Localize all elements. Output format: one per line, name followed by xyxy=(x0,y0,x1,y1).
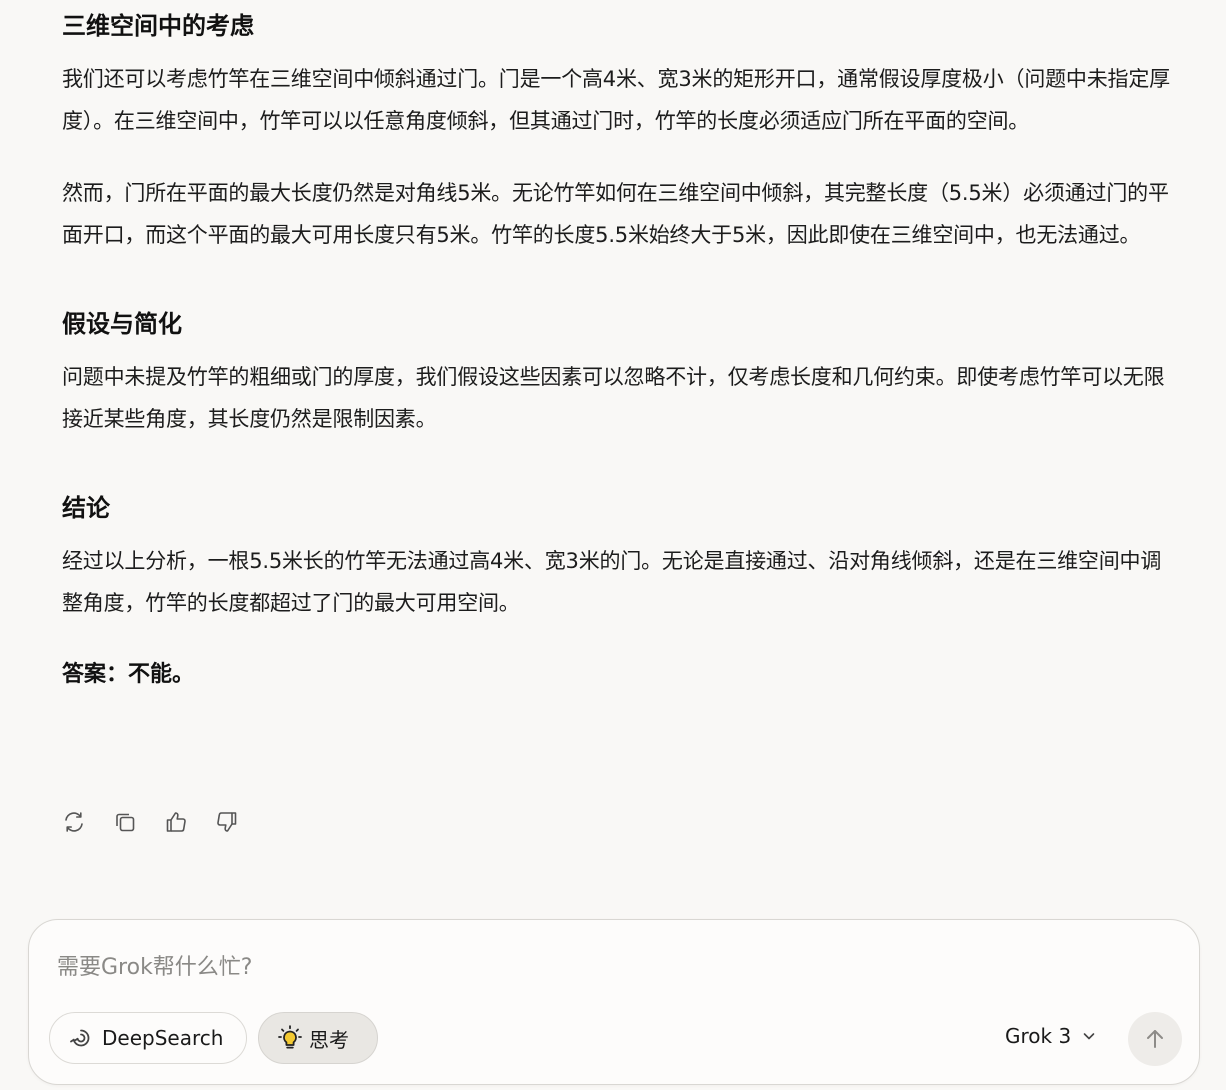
paragraph-3d-2: 然而，门所在平面的最大长度仍然是对角线5米。无论竹竿如何在三维空间中倾斜，其完整… xyxy=(62,181,1169,247)
deepsearch-label: DeepSearch xyxy=(102,1026,224,1050)
paragraph-3d-1: 我们还可以考虑竹竿在三维空间中倾斜通过门。门是一个高4米、宽3米的矩形开口，通常… xyxy=(62,67,1170,133)
message-actions xyxy=(62,806,239,838)
chevron-down-icon xyxy=(1083,1033,1095,1040)
model-label: Grok 3 xyxy=(1005,1024,1072,1048)
prompt-input[interactable] xyxy=(55,946,959,988)
model-selector[interactable]: Grok 3 xyxy=(1005,1024,1097,1048)
lightbulb-icon xyxy=(278,1025,302,1049)
deepsearch-icon xyxy=(70,1029,90,1047)
message-composer: DeepSearch 思考 Grok 3 xyxy=(28,919,1200,1085)
final-answer: 答案：不能。 xyxy=(62,662,195,687)
send-button[interactable] xyxy=(1128,1012,1182,1066)
copy-icon xyxy=(116,813,135,832)
paragraph-assumptions: 问题中未提及竹竿的粗细或门的厚度，我们假设这些因素可以忽略不计，仅考虑长度和几何… xyxy=(62,365,1165,431)
section-heading-assumptions: 假设与简化 xyxy=(62,310,182,338)
thumbs-up-button[interactable] xyxy=(164,806,188,838)
regenerate-icon xyxy=(65,812,83,832)
thumbs-up-icon xyxy=(166,812,186,832)
deepsearch-button[interactable]: DeepSearch xyxy=(49,1012,247,1064)
paragraph-conclusion: 经过以上分析，一根5.5米长的竹竿无法通过高4米、宽3米的门。无论是直接通过、沿… xyxy=(62,549,1162,615)
copy-button[interactable] xyxy=(113,806,137,838)
think-label: 思考 xyxy=(309,1027,349,1052)
section-heading-3d: 三维空间中的考虑 xyxy=(62,12,254,40)
arrow-up-icon xyxy=(1147,1030,1163,1048)
think-toggle[interactable]: 思考 xyxy=(258,1012,378,1064)
thumbs-down-icon xyxy=(217,812,237,832)
regenerate-button[interactable] xyxy=(62,806,86,838)
thumbs-down-button[interactable] xyxy=(215,806,239,838)
assistant-message: 三维空间中的考虑 我们还可以考虑竹竿在三维空间中倾斜通过门。门是一个高4米、宽3… xyxy=(62,0,1172,696)
section-heading-conclusion: 结论 xyxy=(62,494,110,522)
chat-page: 三维空间中的考虑 我们还可以考虑竹竿在三维空间中倾斜通过门。门是一个高4米、宽3… xyxy=(0,0,1226,1090)
